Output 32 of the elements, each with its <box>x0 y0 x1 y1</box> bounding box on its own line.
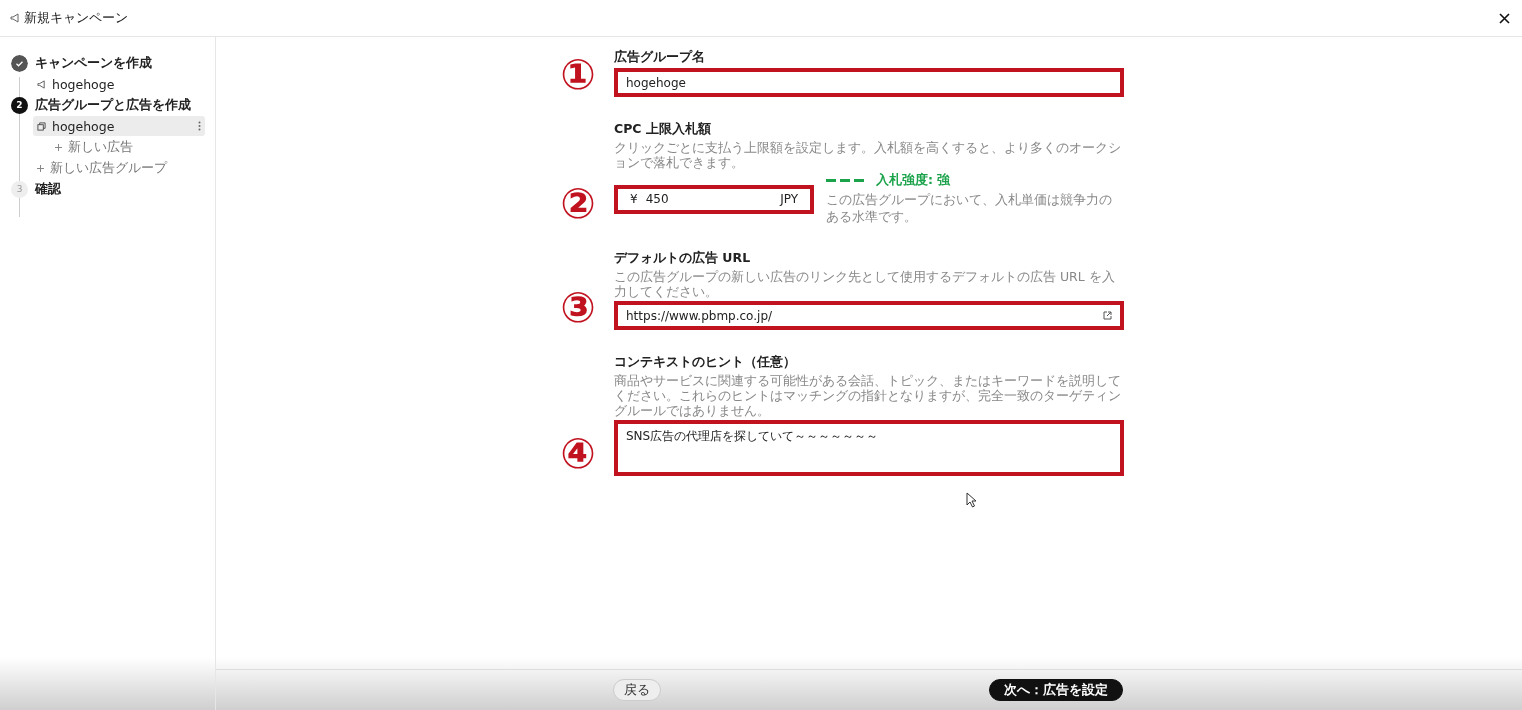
field-description: 商品やサービスに関連する可能性がある会話、トピック、またはキーワードを説明してください。これらのヒントはマッチングの指針となりますが、完全一致のターゲティングルールではありません。 <box>614 373 1122 418</box>
layers-icon <box>37 121 46 131</box>
plus-icon <box>55 143 62 151</box>
field-description: この広告グループの新しい広告のリンク先として使用するデフォルトの広告 URL を入力してください。 <box>614 269 1116 299</box>
step-label: キャンペーンを作成 <box>35 54 152 72</box>
annotation-number: ② <box>559 182 597 226</box>
nav-item[interactable]: hogehoge <box>33 116 205 136</box>
nav-item[interactable]: hogehoge <box>33 74 205 94</box>
external-link-icon[interactable] <box>1103 311 1112 320</box>
cursor-icon <box>966 492 977 508</box>
bid-note: この広告グループにおいて、入札単価は競争力のある水準です。 <box>826 192 1113 226</box>
field-label: 広告グループ名 <box>614 49 706 66</box>
step-label: 確認 <box>35 180 61 198</box>
plus-icon <box>37 164 44 172</box>
back-button[interactable]: 戻る <box>612 679 661 701</box>
annotation-number: ① <box>559 53 597 97</box>
step-number: 2 <box>11 96 28 114</box>
field-label: コンテキストのヒント（任意） <box>614 354 797 371</box>
field-description: クリックごとに支払う上限額を設定します。入札額を高くすると、より多くのオークションで落札できます。 <box>614 140 1122 170</box>
annotation-number: ④ <box>559 432 597 476</box>
field-label: デフォルトの広告 URL <box>614 250 752 267</box>
field-label: CPC 上限入札額 <box>614 121 712 138</box>
annotation-number: ③ <box>559 286 597 330</box>
bid-strength: 入札強度: 強 <box>876 172 951 189</box>
nav-item[interactable]: 新しい広告グループ <box>33 158 205 178</box>
step-label: 広告グループと広告を作成 <box>35 96 191 114</box>
nav-item[interactable]: 新しい広告 <box>51 137 205 157</box>
step-number: 3 <box>11 180 28 198</box>
window-title: 新規キャンペーン <box>24 9 129 27</box>
close-icon[interactable] <box>1499 12 1510 24</box>
more-icon[interactable] <box>198 121 201 131</box>
next-button[interactable]: 次へ：広告を設定 <box>988 679 1123 701</box>
